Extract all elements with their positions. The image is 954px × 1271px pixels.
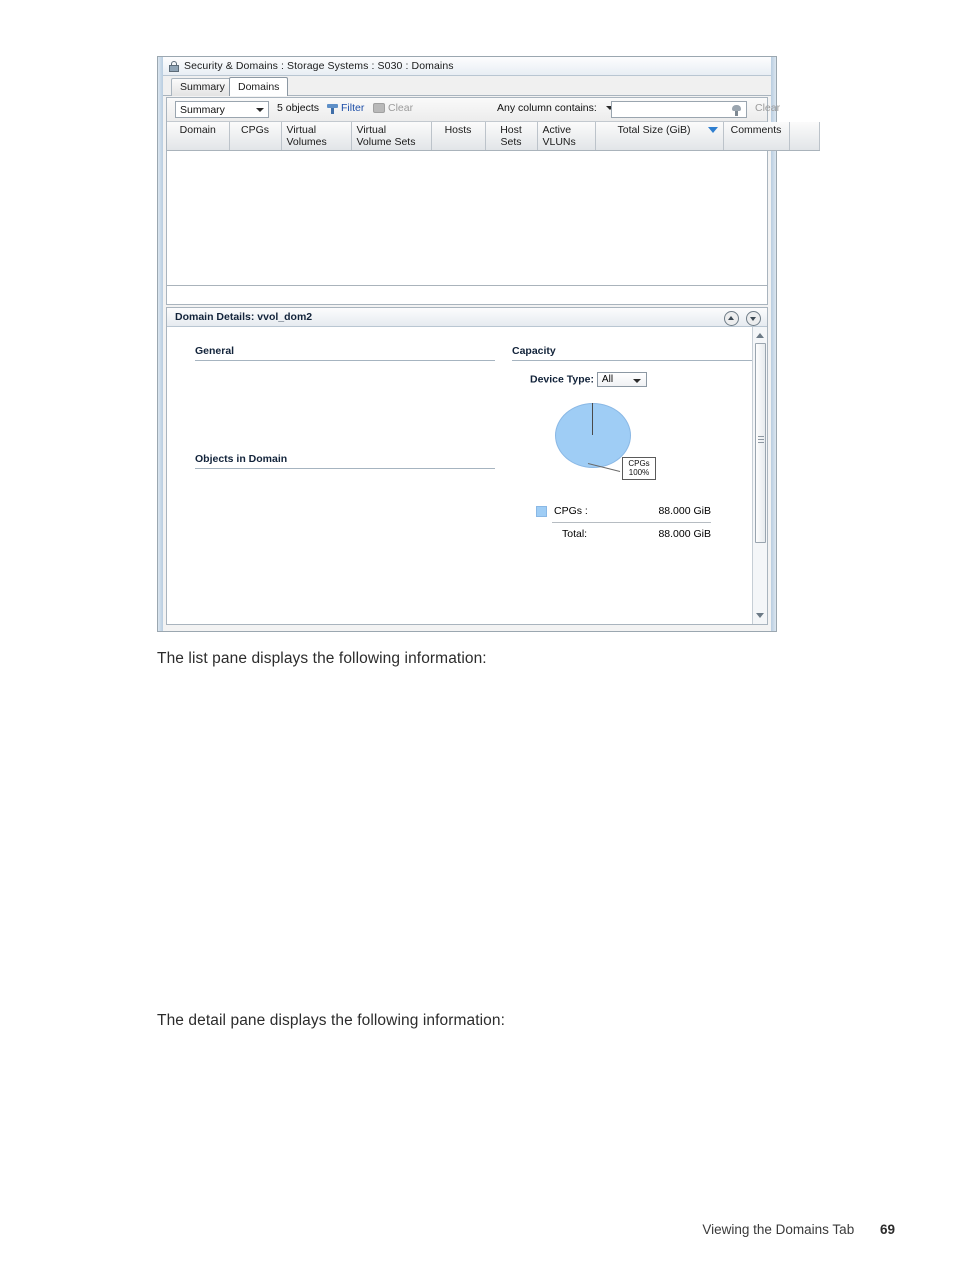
collapse-up-icon[interactable]: [724, 311, 739, 326]
legend-value-cpgs: 88.000 GiB: [658, 505, 711, 517]
detail-pane-title: Domain Details: vvol_dom2: [175, 311, 313, 323]
expand-down-icon[interactable]: [746, 311, 761, 326]
search-icon: [731, 105, 742, 116]
legend-total-value: 88.000 GiB: [658, 528, 711, 540]
capacity-rule: [512, 360, 767, 361]
clear-filter-label: Clear: [388, 102, 414, 114]
legend-rule: [552, 522, 711, 523]
device-type-label: Device Type:: [530, 373, 594, 386]
scrollbar-grip-icon: [758, 436, 764, 443]
scrollbar-thumb[interactable]: [755, 343, 766, 543]
page-footer: Viewing the Domains Tab 69: [702, 1222, 895, 1237]
list-toolbar: Summary 5 objects Filter Clear Any colum…: [167, 98, 780, 122]
grid-header-row: Domain CPGs Virtual Volumes Virtual Volume…: [167, 122, 820, 151]
col-comments[interactable]: Comments: [723, 122, 790, 151]
scroll-up-icon[interactable]: [755, 330, 766, 341]
view-select-value: Summary: [180, 104, 225, 116]
filter-button[interactable]: Filter: [327, 102, 364, 114]
general-section-title: General: [195, 345, 235, 357]
general-rule: [195, 360, 495, 361]
objects-section-title: Objects in Domain: [195, 453, 288, 465]
device-type-value: All: [601, 374, 614, 385]
detail-pane: Domain Details: vvol_dom2 General Object…: [166, 307, 768, 625]
col-hosts[interactable]: Hosts: [431, 122, 486, 151]
col-filler: [789, 122, 820, 151]
col-total-size-label: Total Size (GiB): [617, 124, 691, 136]
pie-slice-cpgs: [555, 403, 631, 468]
objects-rule: [195, 468, 495, 469]
sort-descending-icon: [707, 127, 718, 133]
legend-swatch-cpgs: [536, 505, 547, 517]
domains-grid[interactable]: Domain CPGs Virtual Volumes Virtual Volume…: [167, 122, 820, 304]
detail-vertical-scrollbar[interactable]: [752, 327, 767, 624]
capacity-pie-chart: CPGs 100%: [512, 395, 767, 505]
window-title: Security & Domains : Storage Systems : S…: [184, 60, 454, 72]
domains-table: Domain CPGs Virtual Volumes Virtual Volume…: [167, 122, 820, 151]
col-domain[interactable]: Domain: [167, 122, 230, 151]
col-host-sets[interactable]: Host Sets: [485, 122, 538, 151]
legend-item-cpgs: CPGs : 88.000 GiB: [536, 505, 711, 517]
col-total-size[interactable]: Total Size (GiB): [595, 122, 724, 151]
security-lock-icon: [169, 60, 179, 72]
pie-callout: CPGs 100%: [622, 457, 656, 480]
intro-detail-paragraph: The detail pane displays the following i…: [157, 1012, 506, 1029]
col-cpgs[interactable]: CPGs: [229, 122, 282, 151]
clear-search-button[interactable]: Clear: [755, 102, 780, 114]
window-title-bar: Security & Domains : Storage Systems : S…: [163, 57, 771, 76]
capacity-section: Capacity Device Type: All CPGs 100% CPGs…: [512, 345, 767, 540]
detail-pane-buttons: [724, 311, 761, 326]
detail-pane-header: Domain Details: vvol_dom2: [167, 308, 767, 327]
detail-pane-body: General Objects in Domain Capacity Devic…: [167, 327, 767, 624]
legend-total-row: Total: 88.000 GiB: [536, 528, 711, 540]
filter-icon: [327, 103, 338, 114]
intro-list-paragraph: The list pane displays the following inf…: [157, 650, 487, 667]
footer-title: Viewing the Domains Tab: [702, 1222, 855, 1237]
capacity-section-title: Capacity: [512, 345, 556, 357]
col-active-vluns[interactable]: Active VLUNs: [537, 122, 596, 151]
device-type-select[interactable]: All: [596, 372, 647, 387]
tab-summary[interactable]: Summary: [171, 78, 234, 96]
view-select[interactable]: Summary: [175, 101, 269, 118]
eraser-icon: [373, 103, 385, 113]
list-pane: Summary 5 objects Filter Clear Any colum…: [166, 97, 820, 305]
device-type-row: Device Type: All: [530, 372, 767, 387]
tab-strip: Summary Domains: [163, 76, 771, 96]
any-column-label: Any column contains:: [497, 102, 597, 114]
object-count-label: 5 objects: [277, 102, 320, 114]
application-screenshot: Security & Domains : Storage Systems : S…: [157, 56, 820, 632]
window-left-edge: [158, 57, 163, 631]
capacity-legend: CPGs : 88.000 GiB Total: 88.000 GiB: [536, 505, 711, 540]
any-column-dropdown[interactable]: Any column contains:: [497, 102, 614, 114]
legend-label-cpgs: CPGs :: [554, 505, 588, 517]
chevron-down-icon: [256, 108, 264, 112]
legend-total-label: Total:: [562, 528, 588, 540]
pie-divider: [592, 403, 593, 435]
col-virtual-volumes[interactable]: Virtual Volumes: [281, 122, 352, 151]
scroll-down-icon[interactable]: [755, 610, 766, 621]
grid-total-separator: [167, 285, 767, 286]
filter-button-label: Filter: [341, 102, 365, 114]
objects-section: Objects in Domain: [195, 453, 495, 477]
tab-domains[interactable]: Domains: [229, 77, 289, 96]
general-section: General: [195, 345, 495, 371]
col-virtual-volume-sets[interactable]: Virtual Volume Sets: [351, 122, 432, 151]
search-input[interactable]: [611, 101, 747, 118]
pie-callout-percent: 100%: [628, 467, 650, 477]
page-number: 69: [879, 1222, 895, 1237]
clear-filter-button[interactable]: Clear: [373, 102, 413, 114]
chevron-down-icon: [632, 379, 641, 383]
